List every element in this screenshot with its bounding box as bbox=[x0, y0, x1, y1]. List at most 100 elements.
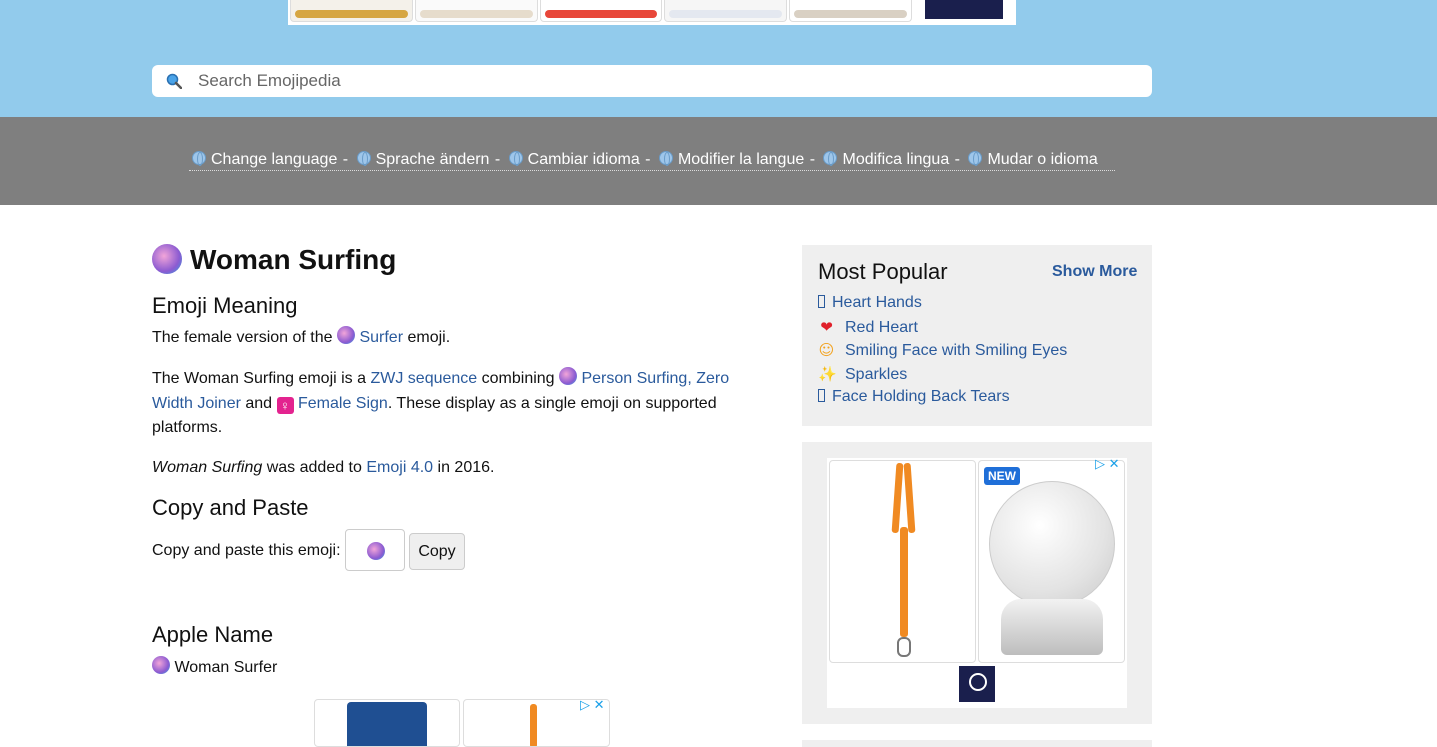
apple-name-heading: Apple Name bbox=[152, 622, 274, 647]
language-link[interactable]: Change language bbox=[189, 151, 337, 168]
globe-icon bbox=[968, 151, 983, 166]
separator: - bbox=[645, 151, 651, 168]
crystal-globe-base bbox=[1001, 599, 1103, 655]
separator: - bbox=[954, 151, 960, 168]
woman-surfing-emoji-icon bbox=[152, 656, 170, 674]
globe-icon bbox=[192, 151, 206, 166]
text: and bbox=[245, 394, 273, 412]
missing-glyph-icon bbox=[818, 295, 825, 308]
show-more-link[interactable]: Show More bbox=[1052, 263, 1137, 281]
ad-product-shoe[interactable] bbox=[290, 0, 413, 22]
separator: - bbox=[809, 151, 816, 168]
most-popular-panel: Most Popular Show More Heart Hands ❤ Red … bbox=[802, 245, 1152, 426]
emoji-name-italic: Woman Surfing bbox=[152, 459, 263, 476]
ad-product-shoe[interactable] bbox=[415, 0, 538, 22]
smiling-face-icon: ☺ bbox=[818, 341, 835, 359]
language-label: Cambiar idioma bbox=[527, 151, 640, 168]
language-label: Modifica lingua bbox=[842, 151, 950, 168]
popular-link-red-heart[interactable]: ❤ Red Heart bbox=[818, 317, 918, 336]
list-item: ❤ Red Heart bbox=[818, 318, 1067, 342]
popular-link-heart-hands[interactable]: Heart Hands bbox=[818, 294, 922, 311]
popular-list: Heart Hands ❤ Red Heart ☺ Smiling Face wit… bbox=[818, 294, 1067, 412]
apple-name: Woman Surfer bbox=[152, 656, 742, 681]
ad-brand-logo[interactable] bbox=[925, 0, 1003, 19]
text: combining bbox=[481, 370, 555, 387]
surfer-emoji-icon bbox=[337, 326, 355, 344]
text: was added to bbox=[266, 459, 362, 476]
copy-label: Copy and paste this emoji: bbox=[152, 542, 341, 559]
meaning-paragraph-2: The Woman Surfing emoji is a ZWJ sequenc… bbox=[152, 367, 742, 441]
text: The female version of the bbox=[152, 329, 333, 346]
popular-label: Sparkles bbox=[845, 365, 908, 383]
popular-label: Heart Hands bbox=[832, 294, 922, 311]
ad-product-shoe[interactable] bbox=[664, 0, 787, 22]
apple-name-text: Woman Surfer bbox=[174, 659, 278, 676]
language-label: Sprache ändern bbox=[375, 151, 490, 168]
copy-emoji-field[interactable] bbox=[345, 529, 405, 571]
site-header bbox=[0, 0, 1437, 117]
list-item: ☺ Smiling Face with Smiling Eyes bbox=[818, 341, 1068, 365]
popular-label: Smiling Face with Smiling Eyes bbox=[845, 342, 1068, 359]
copy-heading: Copy and Paste bbox=[152, 495, 309, 520]
female-sign-link[interactable]: Female Sign bbox=[298, 395, 388, 412]
person-surfing-link[interactable]: Person Surfing, bbox=[581, 370, 691, 387]
popular-link-face-holding-back-tears[interactable]: Face Holding Back Tears bbox=[818, 388, 1010, 405]
ad-product-shorts[interactable] bbox=[314, 699, 460, 747]
ad-product-shoe[interactable] bbox=[789, 0, 912, 22]
popular-label: Red Heart bbox=[845, 318, 918, 336]
globe-icon bbox=[508, 151, 523, 166]
page-title-text: Woman Surfing bbox=[190, 244, 397, 275]
search-icon[interactable] bbox=[166, 73, 182, 89]
ad-product-shoe[interactable] bbox=[540, 0, 662, 22]
globe-icon bbox=[823, 151, 838, 166]
red-heart-icon: ❤ bbox=[820, 317, 833, 336]
language-link[interactable]: Sprache ändern bbox=[354, 151, 490, 168]
emoji-version-link[interactable]: Emoji 4.0 bbox=[366, 459, 433, 476]
missing-glyph-icon bbox=[818, 389, 825, 402]
ad-product-crystal-globe[interactable]: NEW bbox=[978, 460, 1125, 663]
search-bar bbox=[152, 65, 1152, 97]
language-label: Modifier la langue bbox=[677, 151, 805, 168]
added-paragraph: Woman Surfing was added to Emoji 4.0 in … bbox=[152, 456, 742, 481]
text: in 2016. bbox=[437, 459, 495, 476]
most-popular-title: Most Popular bbox=[818, 259, 948, 284]
new-badge: NEW bbox=[984, 467, 1020, 485]
woman-surfing-emoji-icon bbox=[367, 542, 385, 560]
adchoices-icon[interactable]: ▷ ✕ bbox=[580, 697, 605, 713]
language-bar: Change language - Sprache ändern - Cambi… bbox=[0, 117, 1437, 205]
separator: - bbox=[494, 151, 501, 168]
female-sign-icon: ♀ bbox=[276, 396, 294, 414]
sidebar-next-panel bbox=[802, 740, 1152, 747]
meaning-heading: Emoji Meaning bbox=[152, 293, 298, 318]
page-title: Woman Surfing bbox=[152, 244, 396, 276]
popular-label: Face Holding Back Tears bbox=[832, 388, 1010, 405]
language-link[interactable]: Modifica lingua bbox=[820, 151, 949, 168]
inline-ad[interactable]: ▷ ✕ bbox=[314, 697, 610, 747]
globe-icon bbox=[356, 151, 371, 166]
language-link[interactable]: Modifier la langue bbox=[656, 151, 804, 168]
separator: - bbox=[342, 151, 349, 168]
ad-brand-logo[interactable] bbox=[959, 666, 995, 702]
surfer-link[interactable]: Surfer bbox=[359, 329, 403, 346]
language-link[interactable]: Cambiar idioma bbox=[506, 151, 640, 168]
woman-surfing-emoji-icon bbox=[152, 244, 182, 274]
sidebar-ad[interactable]: NEW ▷ ✕ bbox=[827, 456, 1127, 708]
meaning-paragraph-1: The female version of the Surfer emoji. bbox=[152, 326, 742, 351]
zwj-sequence-link[interactable]: ZWJ sequence bbox=[370, 370, 477, 387]
list-item: ✨ Sparkles bbox=[818, 365, 1067, 389]
language-links: Change language - Sprache ändern - Cambi… bbox=[189, 151, 1115, 171]
globe-icon bbox=[658, 151, 673, 166]
language-link[interactable]: Mudar o idioma bbox=[965, 151, 1098, 168]
adchoices-icon[interactable]: ▷ ✕ bbox=[1095, 456, 1120, 472]
text: emoji. bbox=[407, 329, 451, 346]
popular-link-smiling-face[interactable]: ☺ Smiling Face with Smiling Eyes bbox=[818, 341, 1068, 359]
popular-link-sparkles[interactable]: ✨ Sparkles bbox=[818, 365, 908, 383]
ad-product-lanyard[interactable] bbox=[829, 460, 976, 663]
copy-button[interactable]: Copy bbox=[409, 533, 465, 570]
top-banner-ad[interactable] bbox=[288, 0, 1016, 25]
search-input[interactable] bbox=[198, 69, 1128, 93]
sidebar-ad-panel: NEW ▷ ✕ bbox=[802, 442, 1152, 724]
list-item: Face Holding Back Tears bbox=[818, 388, 1067, 412]
list-item: Heart Hands bbox=[818, 294, 1067, 318]
language-label: Change language bbox=[211, 151, 338, 168]
